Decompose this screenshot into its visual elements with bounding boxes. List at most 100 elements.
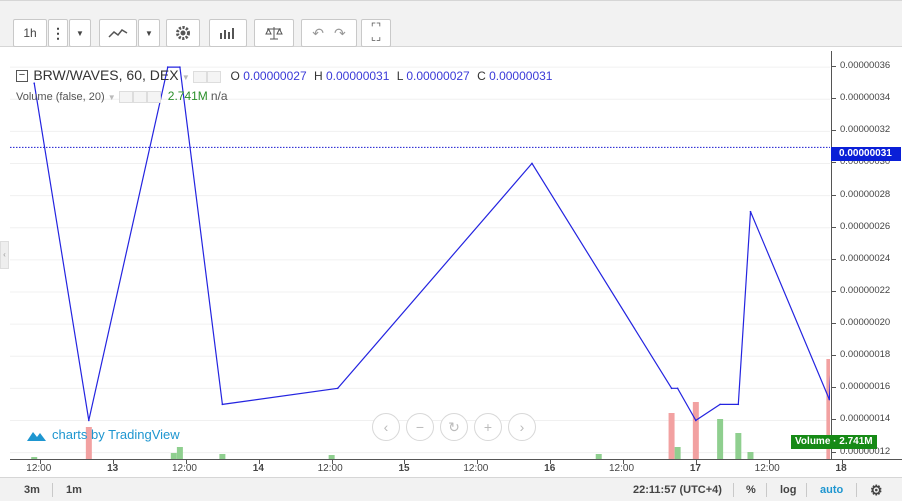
price-axis-label: 0.00000018	[840, 349, 891, 361]
compare-button[interactable]	[254, 19, 294, 47]
price-axis-label: 0.00000028	[840, 188, 891, 200]
close-icon[interactable]	[146, 91, 161, 104]
zoom-out-icon[interactable]: −	[406, 413, 434, 441]
chart-style-button[interactable]	[99, 19, 137, 47]
volume-bar	[176, 447, 183, 459]
price-axis-tick	[832, 98, 836, 100]
indicators-button[interactable]	[209, 19, 247, 47]
price-point	[670, 387, 673, 390]
price-axis-label: 0.00000020	[840, 317, 891, 329]
scroll-left-icon[interactable]: ‹	[372, 413, 400, 441]
volume-bar	[747, 452, 754, 459]
volume-axis-label: Volume · 2.741M	[791, 435, 877, 449]
volume-ma-value: n/a	[210, 89, 228, 103]
interval-label: 1h	[23, 26, 37, 40]
interval-dropdown-button[interactable]: ▼	[69, 19, 91, 47]
volume-legend: Volume (false, 20) ▼ 2.741M n/a	[16, 89, 228, 104]
indicators-icon	[220, 28, 234, 39]
price-point	[676, 387, 679, 390]
price-axis-tick	[832, 194, 836, 196]
collapse-icon[interactable]: −	[16, 69, 28, 82]
high-label: H	[313, 69, 323, 83]
time-axis-label: 12:00	[609, 463, 635, 474]
time-axis-label: 12:00	[171, 463, 197, 474]
gear-icon[interactable]	[207, 70, 222, 83]
divider	[52, 483, 53, 497]
volume-bar	[735, 433, 742, 459]
interval-button[interactable]: 1h	[13, 19, 47, 47]
series-legend: − BRW/WAVES, 60, DEX ▼ O 0.00000027 H 0.…	[16, 67, 552, 83]
chart-style-dropdown[interactable]: ▼	[138, 19, 160, 47]
redo-icon[interactable]: ↷	[334, 25, 346, 42]
time-axis[interactable]: 12:00 13 12:00 14 12:00 15 12:00 16 12:00 17 12:00…	[10, 459, 902, 477]
price-point	[221, 403, 224, 406]
divider	[856, 483, 857, 497]
gear-icon[interactable]	[132, 91, 147, 104]
more-intervals-button[interactable]: ⋮	[48, 19, 68, 47]
time-axis-label: 14	[252, 463, 264, 474]
eye-icon[interactable]	[118, 91, 133, 104]
kebab-icon: ⋮	[51, 25, 65, 41]
collapse-left-handle[interactable]: ‹	[0, 241, 9, 269]
caret-down-icon[interactable]: ▼	[182, 73, 190, 82]
price-axis-label: 0.00000034	[840, 92, 891, 104]
scroll-right-icon[interactable]: ›	[508, 413, 536, 441]
open-label: O	[230, 69, 240, 83]
fullscreen-button[interactable]: ⌜⌝ ⌞⌟	[361, 19, 391, 47]
price-point	[88, 419, 90, 422]
volume-value: 2.741M	[167, 89, 208, 103]
undo-redo-group: ↶ ↷	[301, 19, 357, 47]
price-axis[interactable]: 0.00000036 0.00000034 0.00000032 0.00000030…	[831, 51, 902, 459]
time-axis-label: 17	[689, 463, 701, 474]
time-axis-label: 18	[835, 463, 847, 474]
open-value: 0.00000027	[243, 69, 307, 83]
price-axis-label: 0.00000032	[840, 124, 891, 136]
eye-icon[interactable]	[193, 70, 208, 83]
price-series-line[interactable]	[33, 66, 830, 422]
tradingview-cloud-icon	[27, 431, 46, 441]
time-axis-label: 12:00	[26, 463, 52, 474]
price-point	[695, 419, 697, 422]
price-axis-tick	[832, 323, 836, 325]
volume-bar	[668, 413, 675, 459]
clock-readout: 22:11:57 (UTC+4)	[633, 484, 722, 496]
time-axis-label: 13	[107, 463, 119, 474]
gear-icon[interactable]: ⚙	[870, 478, 883, 501]
tradingview-watermark[interactable]: charts by TradingView	[24, 427, 180, 442]
time-axis-label: 16	[544, 463, 556, 474]
price-point	[737, 403, 740, 406]
price-axis-tick	[832, 451, 836, 453]
price-axis-label: 0.00000024	[840, 252, 891, 264]
volume-bar	[717, 419, 724, 459]
price-axis-label: 0.00000014	[840, 413, 891, 425]
line-chart-icon	[108, 29, 128, 38]
price-chart[interactable]	[10, 51, 830, 459]
caret-down-icon: ▼	[145, 28, 153, 38]
scales-icon	[265, 27, 283, 40]
time-axis-label: 15	[398, 463, 410, 474]
settings-button[interactable]	[166, 19, 200, 47]
price-point	[749, 210, 752, 213]
zoom-in-icon[interactable]: +	[474, 413, 502, 441]
volume-study-title: Volume (false, 20)	[16, 91, 105, 103]
price-axis-tick	[832, 130, 836, 132]
price-axis-tick	[832, 355, 836, 357]
percent-toggle[interactable]: %	[746, 478, 756, 501]
caret-down-icon[interactable]: ▼	[108, 93, 116, 102]
undo-icon[interactable]: ↶	[312, 25, 324, 42]
price-point	[336, 387, 339, 390]
auto-toggle[interactable]: auto	[820, 478, 843, 501]
time-axis-label: 12:00	[317, 463, 343, 474]
price-axis-label: 0.00000016	[840, 381, 891, 393]
range-3m-button[interactable]: 3m	[24, 478, 40, 501]
close-label: C	[477, 69, 486, 83]
reset-icon[interactable]: ↻	[440, 413, 468, 441]
price-axis-tick	[832, 162, 836, 164]
time-axis-label: 12:00	[463, 463, 489, 474]
price-point	[531, 162, 533, 165]
top-toolbar: 1h ⋮ ▼ ▼ ↶ ↷ ⌜⌝ ⌞⌟	[0, 1, 902, 47]
chart-widget: 1h ⋮ ▼ ▼ ↶ ↷ ⌜⌝ ⌞⌟ 0.00000036 0.00000034…	[0, 0, 902, 501]
low-label: L	[396, 69, 403, 83]
log-toggle[interactable]: log	[780, 478, 797, 501]
range-1m-button[interactable]: 1m	[66, 478, 82, 501]
